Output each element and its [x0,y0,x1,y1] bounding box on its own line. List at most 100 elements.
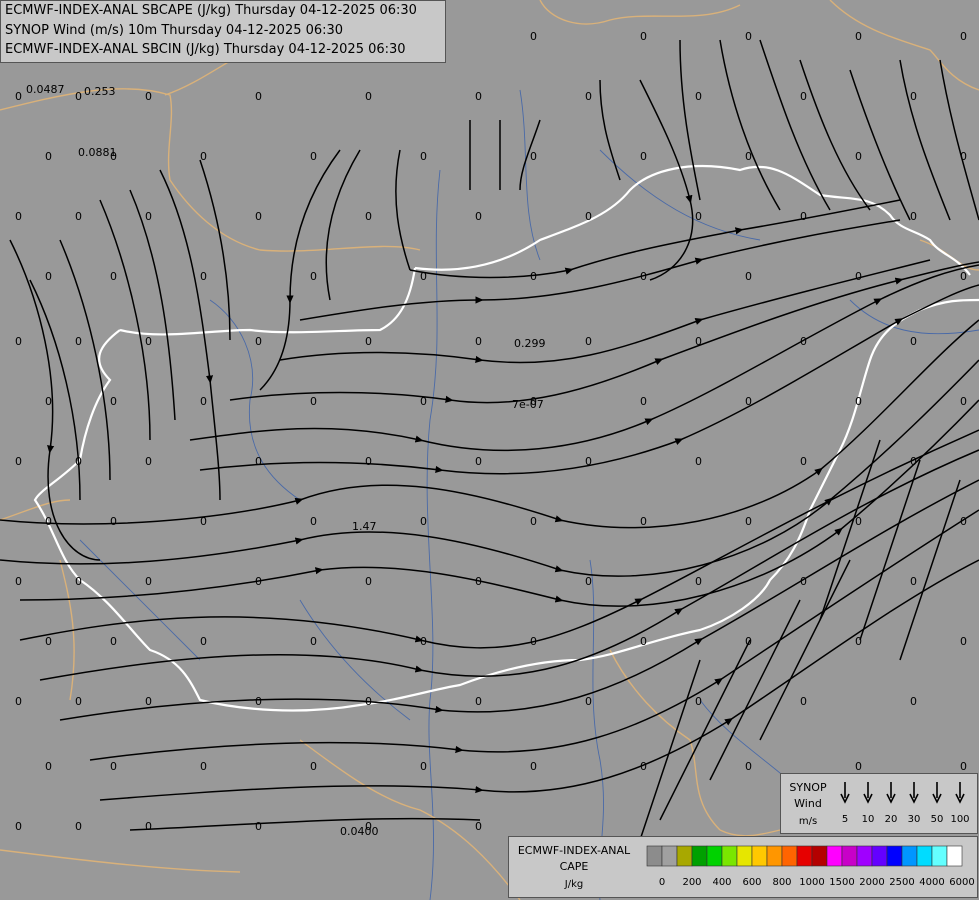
zero-value-label: 0 [585,335,592,348]
wind-legend-arrow: 30 [908,782,920,825]
zero-value-label: 0 [475,210,482,223]
zero-value-label: 0 [695,90,702,103]
zero-value-label: 0 [640,395,647,408]
zero-value-label: 0 [745,270,752,283]
zero-value-label: 0 [585,90,592,103]
zero-value-label: 0 [695,695,702,708]
zero-value-label: 0 [745,395,752,408]
zero-value-label: 0 [960,395,967,408]
zero-value-label: 0 [145,455,152,468]
special-value-label: 7e-07 [512,398,544,411]
zero-value-label: 0 [475,695,482,708]
wind-legend-speed: 20 [885,814,898,825]
zero-value-label: 0 [75,575,82,588]
wind-legend-speed: 100 [950,814,969,825]
zero-value-label: 0 [910,335,917,348]
zero-value-label: 0 [45,760,52,773]
weather-map[interactable]: 0.0487 0.2530.08810.2997e-071.470.04000 0 0… [0,0,979,900]
zero-value-label: 0 [310,515,317,528]
cape-tick-label: 1000 [799,877,824,888]
wind-legend: SYNOP Wind m/s 5 10 20 30 50 100 [780,773,978,834]
wind-legend-arrow: 10 [862,782,874,825]
zero-value-label: 0 [695,210,702,223]
special-value-label: 0.253 [84,85,116,98]
header-sbcin-title: ECMWF-INDEX-ANAL SBCIN (J/kg) Thursday 0… [5,42,406,57]
header-sbcape-title: ECMWF-INDEX-ANAL SBCAPE (J/kg) Thursday … [5,3,417,18]
zero-value-label: 0 [255,575,262,588]
zero-value-label: 0 [855,150,862,163]
cape-color-swatch [781,845,798,867]
cape-color-swatch [766,845,783,867]
special-value-label: 1.47 [352,520,377,533]
zero-value-label: 0 [855,30,862,43]
zero-value-label: 0 [640,515,647,528]
zero-value-label: 0 [110,760,117,773]
special-value-label: 0.299 [514,337,546,350]
cape-tick-label: 4000 [919,877,944,888]
zero-value-label: 0 [15,90,22,103]
zero-value-label: 0 [530,270,537,283]
zero-value-label: 0 [800,90,807,103]
cape-legend-title: ECMWF-INDEX-ANAL [518,844,631,857]
zero-value-label: 0 [145,210,152,223]
cape-tick-label: 6000 [949,877,974,888]
zero-value-label: 0 [800,695,807,708]
zero-value-label: 0 [255,335,262,348]
zero-value-label: 0 [255,90,262,103]
cape-color-swatch [661,845,678,867]
zero-value-label: 0 [960,635,967,648]
cape-color-swatch [916,845,933,867]
zero-value-label: 0 [960,150,967,163]
zero-value-label: 0 [365,575,372,588]
zero-value-label: 0 [420,760,427,773]
zero-value-label: 0 [640,760,647,773]
zero-value-label: 0 [475,820,482,833]
zero-value-label: 0 [800,455,807,468]
cape-tick-label: 1500 [829,877,854,888]
zero-value-label: 0 [855,270,862,283]
cape-color-swatch [901,845,918,867]
zero-value-label: 0 [530,635,537,648]
cape-color-swatch [646,845,663,867]
cape-color-swatch [811,845,828,867]
zero-value-label: 0 [640,635,647,648]
map-header: ECMWF-INDEX-ANAL SBCAPE (J/kg) Thursday … [0,0,446,63]
zero-value-label: 0 [255,820,262,833]
zero-value-label: 0 [75,455,82,468]
zero-value-label: 0 [640,270,647,283]
zero-value-label: 0 [910,90,917,103]
wind-legend-subtitle: Wind [794,797,822,810]
wind-legend-speed: 50 [931,814,944,825]
cape-color-swatch [841,845,858,867]
zero-value-label: 0 [15,575,22,588]
cape-legend-subtitle: CAPE [560,860,589,873]
zero-value-label: 0 [200,515,207,528]
zero-value-label: 0 [800,210,807,223]
zero-value-label: 0 [45,395,52,408]
zero-value-label: 0 [110,635,117,648]
cape-color-swatch [871,845,888,867]
cape-tick-label: 400 [712,877,731,888]
zero-value-label: 0 [145,335,152,348]
zero-value-label: 0 [745,760,752,773]
zero-value-label: 0 [960,760,967,773]
cape-color-swatch [721,845,738,867]
zero-value-label: 0 [910,455,917,468]
zero-value-label: 0 [855,515,862,528]
zero-value-label: 0 [475,455,482,468]
cape-color-swatch [886,845,903,867]
zero-value-label: 0 [475,575,482,588]
zero-value-label: 0 [45,150,52,163]
cape-tick-label: 2500 [889,877,914,888]
wind-legend-arrows: 5 10 20 30 50 100 [840,782,970,825]
zero-value-label: 0 [45,270,52,283]
cape-tick-label: 200 [682,877,701,888]
zero-value-label: 0 [530,30,537,43]
zero-value-label: 0 [745,635,752,648]
wind-legend-unit: m/s [799,816,817,827]
zero-value-label: 0 [15,210,22,223]
cape-tick-label: 600 [742,877,761,888]
cape-color-swatch [796,845,813,867]
zero-value-label: 0 [145,695,152,708]
zero-value-label: 0 [960,270,967,283]
